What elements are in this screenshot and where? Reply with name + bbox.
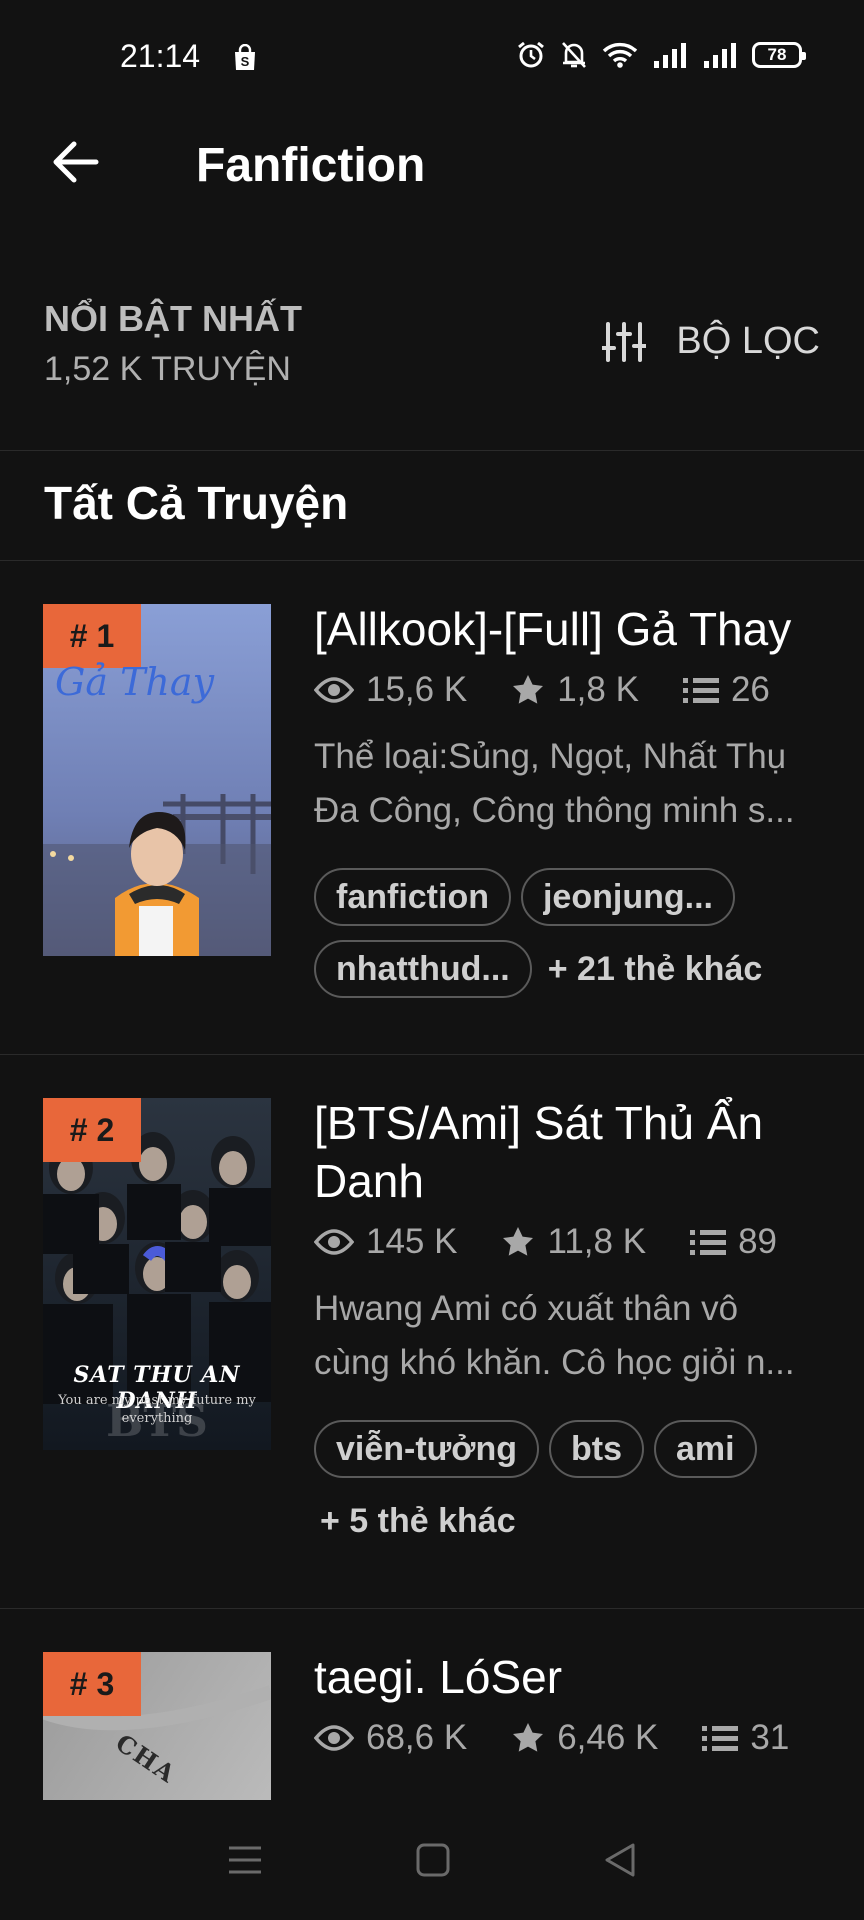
story-stats: 145 K 11,8 K 89 bbox=[314, 1222, 821, 1262]
signal-icon-1 bbox=[654, 43, 686, 68]
back-button[interactable] bbox=[48, 134, 104, 190]
back-arrow-icon bbox=[53, 141, 99, 183]
rank-badge: # 3 bbox=[43, 1652, 141, 1716]
home-icon[interactable] bbox=[416, 1843, 450, 1877]
mute-bell-icon bbox=[562, 42, 586, 68]
shopping-bag-icon: S bbox=[235, 44, 255, 70]
story-cover[interactable]: # 3 CHA bbox=[43, 1652, 271, 1800]
votes-stat: 11,8 K bbox=[501, 1222, 646, 1262]
story-cover[interactable]: # 1 Gả Thay bbox=[43, 604, 271, 956]
status-icons: 78 bbox=[516, 40, 806, 70]
signal-icon-2 bbox=[704, 43, 736, 68]
tag-chip[interactable]: nhatthud... bbox=[314, 940, 532, 998]
parts-stat: 31 bbox=[702, 1718, 789, 1758]
filter-label: BỘ LỌC bbox=[676, 320, 820, 362]
tag-label: nhatthud... bbox=[336, 949, 510, 988]
votes-stat: 6,46 K bbox=[511, 1718, 658, 1758]
wifi-icon bbox=[602, 42, 638, 68]
tag-chip[interactable]: jeonjung... bbox=[520, 868, 735, 926]
parts-count: 26 bbox=[730, 670, 770, 709]
story-title[interactable]: taegi. LóSer bbox=[314, 1648, 828, 1706]
story-list: # 1 Gả Thay [Allkook]-[Full] Gả Thay 15,… bbox=[0, 560, 864, 1800]
reads-count: 145 K bbox=[366, 1222, 458, 1261]
tag-label: fanfiction bbox=[336, 877, 489, 916]
description-line: Hwang Ami có xuất thân vô bbox=[314, 1289, 739, 1328]
status-bar: 21:14 S 78 bbox=[0, 0, 864, 112]
cover-text: Gả Thay bbox=[55, 660, 215, 704]
tag-label: bts bbox=[571, 1429, 623, 1468]
story-title[interactable]: [BTS/Ami] Sát Thủ Ẩn Danh bbox=[314, 1094, 828, 1210]
description-line: cùng khó khăn. Cô học giỏi n... bbox=[314, 1343, 795, 1382]
back-triangle-icon[interactable] bbox=[603, 1842, 637, 1878]
more-tags-link[interactable]: + 21 thẻ khác bbox=[542, 940, 763, 998]
eye-icon bbox=[314, 1725, 354, 1751]
star-icon bbox=[513, 1723, 544, 1752]
story-item[interactable]: # 1 Gả Thay [Allkook]-[Full] Gả Thay 15,… bbox=[0, 560, 864, 1055]
menu-icon[interactable] bbox=[227, 1842, 263, 1878]
tag-chip[interactable]: viễn-tưởng bbox=[314, 1420, 540, 1478]
section-heading: Tất Cả Truyện bbox=[0, 450, 864, 561]
reads-stat: 15,6 K bbox=[314, 670, 467, 710]
cover-watermark: BTS bbox=[106, 1396, 208, 1447]
more-tags-link[interactable]: + 5 thẻ khác bbox=[314, 1492, 820, 1550]
sort-mode-label[interactable]: NỔI BẬT NHẤT bbox=[44, 298, 302, 340]
votes-count: 1,8 K bbox=[557, 670, 639, 709]
story-count: 1,52 K TRUYỆN bbox=[44, 350, 291, 388]
parts-count: 31 bbox=[750, 1718, 790, 1757]
system-nav-bar bbox=[0, 1800, 864, 1920]
tag-label: viễn-tưởng bbox=[336, 1429, 518, 1468]
list-icon bbox=[690, 1230, 727, 1255]
page-title: Fanfiction bbox=[196, 139, 426, 192]
filter-button[interactable]: BỘ LỌC bbox=[602, 320, 820, 363]
tag-label: ami bbox=[676, 1429, 735, 1468]
eye-icon bbox=[314, 677, 354, 703]
description-line: Thể loại:Sủng, Ngọt, Nhất Thụ bbox=[314, 737, 787, 776]
section-title: Tất Cả Truyện bbox=[44, 477, 349, 529]
sort-filter-row: NỔI BẬT NHẤT 1,52 K TRUYỆN BỘ LỌC bbox=[0, 290, 864, 451]
story-item[interactable]: # 3 CHA taegi. LóSer 68,6 K 6,46 K 31 bbox=[0, 1608, 864, 1800]
votes-count: 6,46 K bbox=[557, 1718, 659, 1757]
star-icon bbox=[513, 675, 544, 704]
rank-badge: # 1 bbox=[43, 604, 141, 668]
story-title[interactable]: [Allkook]-[Full] Gả Thay bbox=[314, 600, 828, 658]
reads-count: 68,6 K bbox=[366, 1718, 468, 1757]
list-icon bbox=[682, 678, 719, 703]
filter-sliders-icon bbox=[602, 321, 647, 362]
votes-count: 11,8 K bbox=[547, 1222, 647, 1261]
tag-chip[interactable]: fanfiction bbox=[314, 868, 511, 926]
story-stats: 15,6 K 1,8 K 26 bbox=[314, 670, 814, 710]
alarm-icon bbox=[518, 41, 544, 68]
story-description: Thể loại:Sủng, Ngọt, Nhất Thụ Đa Công, C… bbox=[314, 730, 830, 838]
status-time: 21:14 bbox=[120, 38, 201, 74]
story-item[interactable]: # 2 SAT THU AN DANH You are my past my f… bbox=[0, 1054, 864, 1609]
story-stats: 68,6 K 6,46 K 31 bbox=[314, 1718, 833, 1758]
story-description: Hwang Ami có xuất thân vô cùng khó khăn.… bbox=[314, 1282, 830, 1390]
votes-stat: 1,8 K bbox=[511, 670, 639, 710]
reads-stat: 145 K bbox=[314, 1222, 457, 1262]
description-line: Đa Công, Công thông minh s... bbox=[314, 791, 795, 830]
tag-chip[interactable]: ami bbox=[654, 1420, 757, 1478]
parts-stat: 26 bbox=[682, 670, 770, 710]
svg-text:S: S bbox=[241, 54, 250, 69]
story-tags: viễn-tưởng bts ami + 5 thẻ khác bbox=[314, 1420, 834, 1550]
battery-indicator: 78 bbox=[752, 42, 806, 68]
story-cover[interactable]: # 2 SAT THU AN DANH You are my past my f… bbox=[43, 1098, 271, 1450]
parts-count: 89 bbox=[738, 1222, 777, 1261]
reads-count: 15,6 K bbox=[366, 670, 468, 709]
list-icon bbox=[702, 1726, 739, 1751]
tag-chip[interactable]: bts bbox=[549, 1420, 645, 1478]
tag-label: jeonjung... bbox=[542, 877, 713, 916]
eye-icon bbox=[314, 1229, 354, 1255]
parts-stat: 89 bbox=[690, 1222, 777, 1262]
reads-stat: 68,6 K bbox=[314, 1718, 467, 1758]
rank-badge: # 2 bbox=[43, 1098, 141, 1162]
star-icon bbox=[503, 1227, 534, 1256]
story-tags: fanfiction jeonjung... nhatthud... + 21 … bbox=[314, 868, 834, 998]
